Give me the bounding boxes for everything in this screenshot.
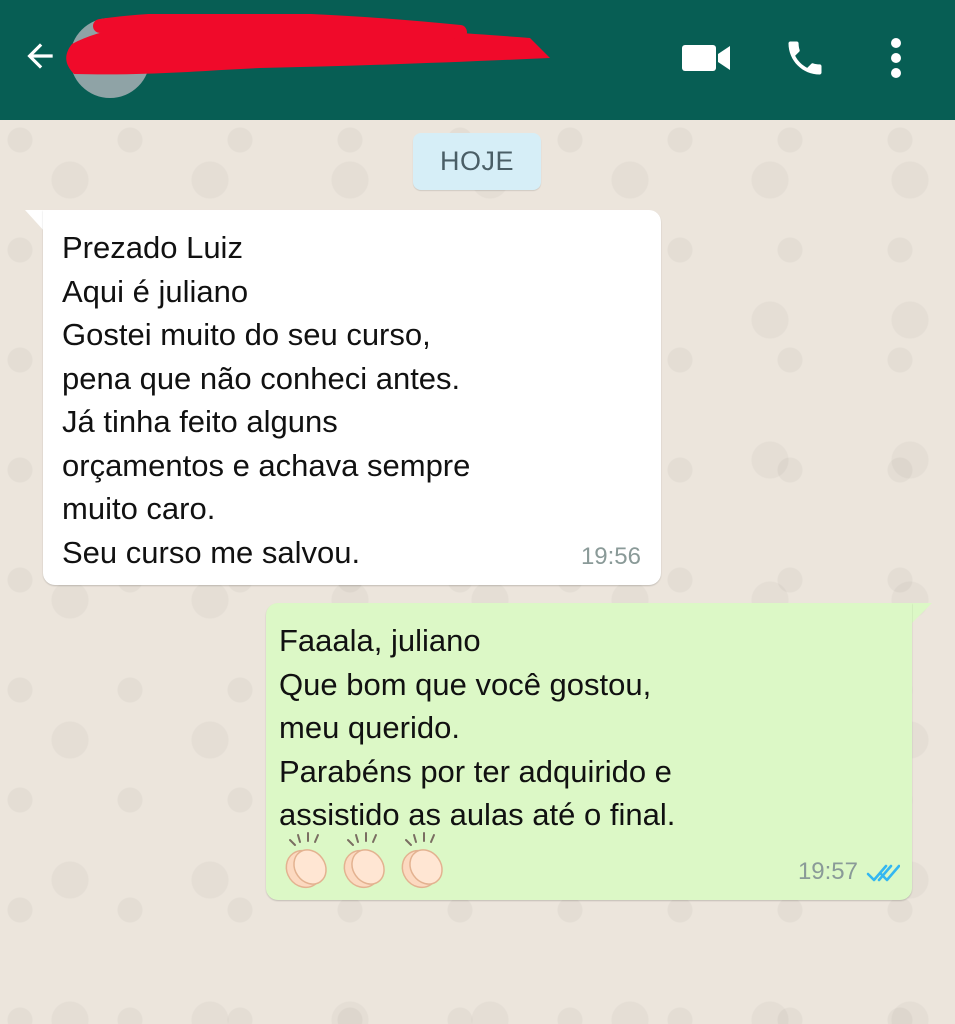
outgoing-bubble-tail <box>910 603 932 625</box>
message-line: Parabéns por ter adquirido e <box>279 753 672 789</box>
more-vert-icon <box>891 38 901 78</box>
arrow-left-icon <box>27 43 53 69</box>
back-button[interactable] <box>18 34 62 78</box>
message-line: Seu curso me salvou. <box>62 534 361 570</box>
message-line: muito caro. <box>62 491 216 526</box>
phone-icon <box>788 41 822 75</box>
clapping-hands-emoji <box>401 832 443 889</box>
message-line: meu querido. <box>279 710 460 745</box>
message-text: Prezado Luiz Aqui é juliano Gostei muito… <box>62 226 470 574</box>
message-line: Que bom que você gostou, <box>279 666 652 702</box>
video-call-icon <box>682 45 730 71</box>
video-call-button[interactable] <box>678 30 734 86</box>
message-line: Aqui é juliano <box>62 273 249 309</box>
message-line: Já tinha feito alguns <box>62 404 338 439</box>
chat-header <box>0 0 955 120</box>
clapping-hands-emoji <box>285 832 327 889</box>
message-text: Faaala, juliano Que bom que você gostou,… <box>279 619 675 837</box>
message-time: 19:57 <box>797 858 858 885</box>
message-line: Gostei muito do seu curso, <box>62 317 431 352</box>
message-line: pena que não conheci antes. <box>62 360 461 396</box>
more-options-button[interactable] <box>868 30 924 86</box>
message-line: orçamentos e achava sempre <box>62 447 471 483</box>
double-check-icon <box>866 864 900 882</box>
message-line: assistido as aulas até o final. <box>279 797 676 832</box>
outgoing-message[interactable]: Faaala, juliano Que bom que você gostou,… <box>266 603 912 900</box>
redaction-mark <box>66 14 550 75</box>
incoming-bubble-tail <box>25 210 45 232</box>
incoming-message[interactable]: Prezado Luiz Aqui é juliano Gostei muito… <box>43 210 661 585</box>
message-time: 19:56 <box>580 543 641 570</box>
message-line: Prezado Luiz <box>62 230 243 265</box>
date-chip: HOJE <box>413 133 541 190</box>
clapping-emoji-row <box>278 831 450 891</box>
clapping-hands-emoji <box>343 832 385 889</box>
message-line: Faaala, juliano <box>279 623 481 658</box>
voice-call-button[interactable] <box>777 30 833 86</box>
